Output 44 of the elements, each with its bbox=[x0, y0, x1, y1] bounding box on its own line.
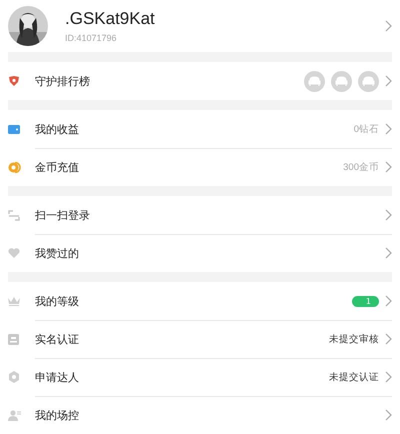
chevron-icon bbox=[385, 209, 392, 221]
wallet-icon bbox=[8, 124, 20, 134]
menu-label: 扫一扫登录 bbox=[35, 208, 91, 222]
chevron-icon bbox=[385, 123, 392, 135]
menu-label: 金币充值 bbox=[35, 160, 80, 174]
scan-icon bbox=[8, 210, 20, 220]
badge-icon bbox=[8, 371, 20, 383]
chevron-icon bbox=[385, 20, 392, 32]
menu-item[interactable]: 我的收益 0钻石 bbox=[8, 110, 392, 148]
coin-icon bbox=[8, 162, 21, 172]
id-card-icon bbox=[8, 334, 19, 344]
value-text: 0钻石 bbox=[354, 122, 379, 136]
crown-icon bbox=[8, 296, 20, 306]
menu-label: 我的等级 bbox=[35, 294, 80, 308]
chevron-icon bbox=[385, 409, 392, 421]
user-id: ID:41071796 bbox=[65, 33, 118, 43]
menu-item[interactable]: 扫一扫登录 bbox=[8, 196, 392, 234]
shield-icon bbox=[8, 76, 20, 86]
menu-label: 守护排行榜 bbox=[35, 74, 91, 88]
chevron-icon bbox=[385, 371, 392, 383]
menu-label: 我的收益 bbox=[35, 122, 80, 136]
menu-item[interactable]: 我的场控 bbox=[8, 396, 392, 434]
menu-item[interactable]: 金币充值 300金币 bbox=[8, 148, 392, 186]
menu-item[interactable]: 我赞过的 bbox=[8, 234, 392, 272]
menu-label: 我的场控 bbox=[35, 408, 80, 422]
status-text: 未提交审核 bbox=[329, 332, 379, 346]
menu-item[interactable]: 我的等级 1 bbox=[8, 282, 392, 320]
menu-label: 实名认证 bbox=[35, 332, 80, 346]
chevron-icon bbox=[385, 75, 392, 87]
chevron-icon bbox=[385, 247, 392, 259]
user-name: .GSKat9Kat bbox=[65, 9, 156, 29]
menu-label: 申请达人 bbox=[35, 370, 80, 384]
chevron-icon bbox=[385, 295, 392, 307]
people-icon bbox=[8, 410, 21, 420]
value-text: 300金币 bbox=[343, 160, 379, 174]
heart-icon bbox=[8, 248, 20, 258]
menu-item[interactable]: 申请达人 未提交认证 bbox=[8, 358, 392, 396]
menu-label: 我赞过的 bbox=[35, 246, 80, 260]
status-text: 未提交认证 bbox=[329, 370, 379, 384]
level-badge: 1 bbox=[352, 296, 379, 306]
chevron-icon bbox=[385, 333, 392, 345]
menu-item[interactable]: 实名认证 未提交审核 bbox=[8, 320, 392, 358]
chevron-icon bbox=[385, 161, 392, 173]
menu-item[interactable]: 守护排行榜 bbox=[8, 62, 392, 100]
